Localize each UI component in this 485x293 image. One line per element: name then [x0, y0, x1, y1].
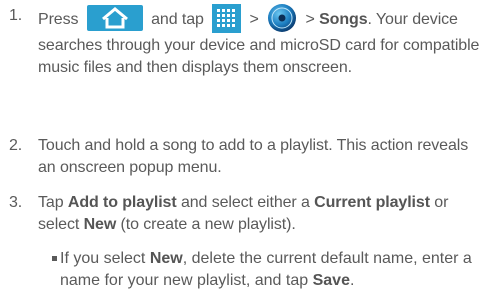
sub-bullet-item: If you select New, delete the current de…	[52, 248, 480, 292]
step-number: 1.	[9, 7, 23, 24]
add-to-playlist-label: Add to playlist	[67, 194, 177, 211]
step-text: Press	[38, 11, 79, 29]
save-label: Save	[312, 272, 350, 289]
new-label: New	[149, 250, 183, 267]
current-playlist-label: Current playlist	[314, 194, 430, 211]
apps-grid-icon	[212, 3, 242, 33]
greater-than-sign: >	[249, 11, 259, 29]
step-text: (to create a new playlist).	[120, 216, 296, 233]
step-text: Tap	[38, 194, 64, 211]
cut-off-heading-fragment	[0, 0, 210, 2]
step-2: 2. Touch and hold a song to add to a pla…	[0, 135, 485, 179]
music-player-icon	[267, 3, 297, 33]
bullet-text: .	[349, 272, 355, 289]
new-label: New	[83, 216, 117, 233]
step-1: 1. Press and tap > > Songs. Your device …	[0, 3, 485, 79]
step-3: 3. Tap Add to playlist and select either…	[0, 192, 485, 236]
songs-label: Songs	[319, 11, 368, 29]
step-number: 3.	[9, 194, 23, 211]
step-number: 2.	[9, 137, 23, 154]
step-text: and select either a	[180, 194, 310, 211]
step-text: Touch and hold a song to add to a playli…	[38, 137, 469, 176]
step-text: and tap	[151, 11, 204, 29]
greater-than-sign: >	[305, 11, 315, 29]
bullet-square-icon	[52, 256, 57, 261]
home-icon	[86, 5, 143, 31]
bullet-text: If you select	[60, 250, 146, 267]
